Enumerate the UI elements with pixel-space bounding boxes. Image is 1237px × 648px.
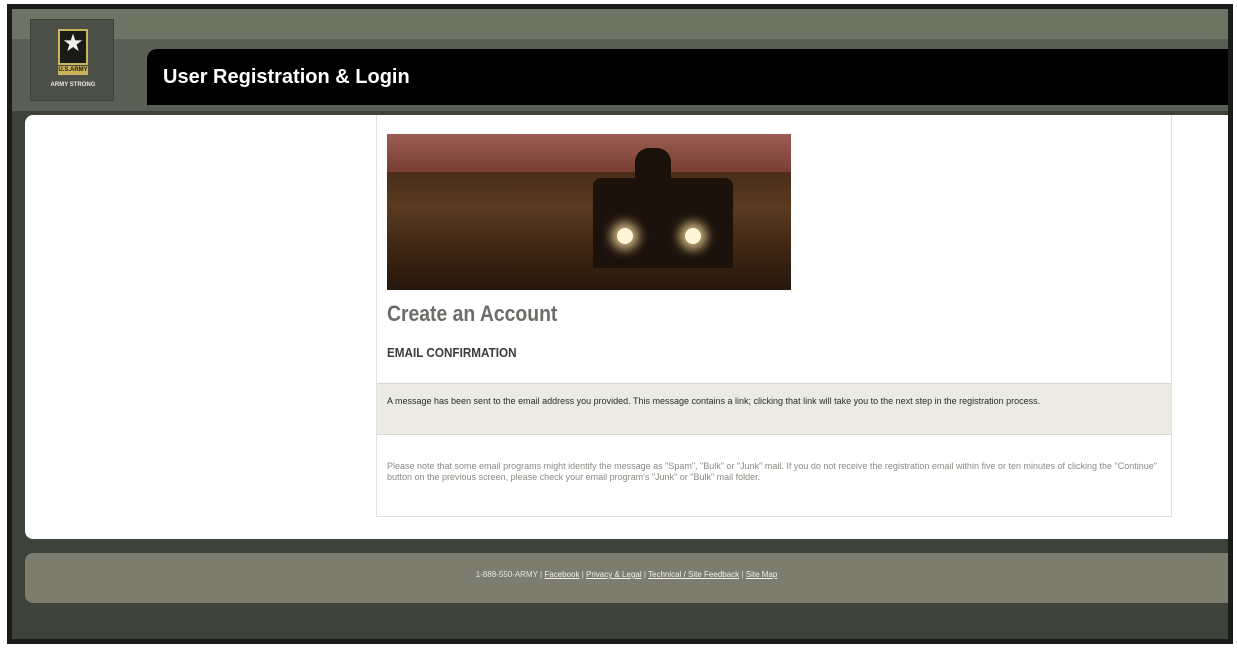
logo-army-strong-text: ARMY STRONG xyxy=(50,82,96,88)
hero-image xyxy=(387,134,791,290)
page: ★ U.S.ARMY ARMY STRONG User Registration… xyxy=(12,9,1228,639)
footer-link-technical-feedback[interactable]: Technical / Site Feedback xyxy=(648,570,739,579)
footer-phone: 1-888-550-ARMY xyxy=(475,570,538,579)
page-title: User Registration & Login xyxy=(163,66,410,88)
footer-link-privacy-legal[interactable]: Privacy & Legal xyxy=(586,570,642,579)
confirmation-message-box: A message has been sent to the email add… xyxy=(377,383,1171,435)
header-top-strip xyxy=(12,9,1228,39)
army-logo[interactable]: ★ U.S.ARMY ARMY STRONG xyxy=(30,19,114,101)
spam-note: Please note that some email programs mig… xyxy=(387,461,1157,482)
footer: 1-888-550-ARMY | Facebook | Privacy & Le… xyxy=(25,553,1228,603)
create-account-heading: Create an Account xyxy=(387,301,558,326)
army-star-icon: ★ xyxy=(58,29,88,65)
email-confirmation-subheading: EMAIL CONFIRMATION xyxy=(387,345,517,360)
window-frame: ★ U.S.ARMY ARMY STRONG User Registration… xyxy=(7,4,1233,644)
footer-link-site-map[interactable]: Site Map xyxy=(746,570,778,579)
header: ★ U.S.ARMY ARMY STRONG User Registration… xyxy=(12,9,1228,111)
footer-links: 1-888-550-ARMY | Facebook | Privacy & Le… xyxy=(475,570,778,579)
confirmation-message: A message has been sent to the email add… xyxy=(387,396,1041,406)
footer-link-facebook[interactable]: Facebook xyxy=(544,570,579,579)
logo-usarmy-text: U.S.ARMY xyxy=(58,66,88,75)
title-bar: User Registration & Login xyxy=(147,49,1228,105)
main-panel: Create an Account EMAIL CONFIRMATION A m… xyxy=(25,115,1228,539)
content-column: Create an Account EMAIL CONFIRMATION A m… xyxy=(376,115,1172,517)
